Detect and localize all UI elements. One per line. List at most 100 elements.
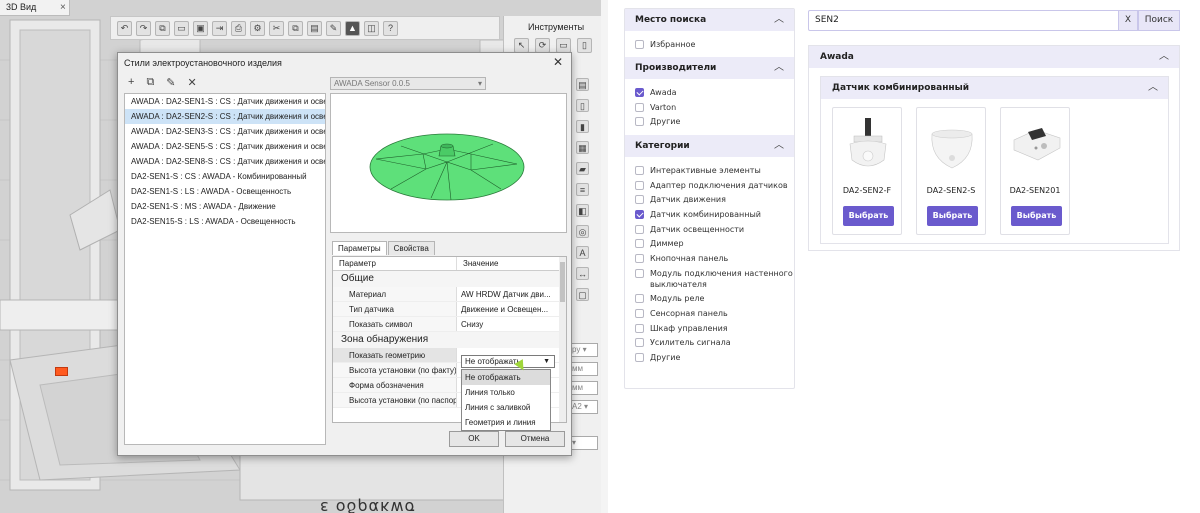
- side-field-1[interactable]: ру ▾: [568, 343, 598, 357]
- close-icon[interactable]: ✕: [553, 55, 563, 69]
- group-general[interactable]: Общие: [333, 271, 566, 287]
- chevron-up-icon[interactable]: ︿: [774, 57, 784, 79]
- product-card[interactable]: DA2-SEN201 Выбрать: [1000, 107, 1070, 235]
- filter-option[interactable]: Кнопочная панель: [635, 253, 794, 264]
- geometry-option[interactable]: Геометрия и линия: [462, 415, 550, 430]
- select-button[interactable]: Выбрать: [927, 206, 978, 226]
- checkbox[interactable]: [635, 323, 644, 333]
- side-field-4[interactable]: A2 ▾: [568, 400, 598, 414]
- style-combo[interactable]: AWADA Sensor 0.0.5 ▾: [330, 77, 486, 90]
- chevron-up-icon[interactable]: ︿: [774, 9, 784, 31]
- filter-option[interactable]: Датчик освещенности: [635, 224, 794, 235]
- list-item[interactable]: DA2-SEN1-S : CS : AWADA - Комбинированны…: [125, 169, 325, 184]
- layers-icon[interactable]: ◫: [364, 20, 379, 36]
- list-item[interactable]: DA2-SEN1-S : MS : AWADA - Движение: [125, 199, 325, 214]
- filter-option[interactable]: Датчик движения: [635, 194, 794, 205]
- filter-option[interactable]: Датчик комбинированный: [635, 209, 794, 220]
- group-detection-zone[interactable]: Зона обнаружения: [333, 332, 566, 348]
- filter-location-header[interactable]: Место поиска ︿: [625, 9, 794, 31]
- sensor-marker[interactable]: [55, 367, 68, 376]
- params-scrollbar[interactable]: [559, 257, 566, 422]
- clear-search-button[interactable]: X: [1118, 10, 1138, 31]
- settings-icon[interactable]: ⚙: [250, 20, 265, 36]
- duplicate-icon[interactable]: ⧉: [146, 76, 154, 89]
- list-item[interactable]: AWADA : DA2-SEN8-S : CS : Датчик движени…: [125, 154, 325, 169]
- styles-list[interactable]: AWADA : DA2-SEN1-S : CS : Датчик движени…: [124, 93, 326, 445]
- checkbox[interactable]: [635, 180, 644, 190]
- undo-icon[interactable]: ↶: [117, 20, 132, 36]
- checkbox[interactable]: [635, 224, 644, 234]
- list-item[interactable]: DA2-SEN15-S : LS : AWADA - Освещенность: [125, 214, 325, 229]
- list-item[interactable]: AWADA : DA2-SEN1-S : CS : Датчик движени…: [125, 94, 325, 109]
- list-item[interactable]: AWADA : DA2-SEN5-S : CS : Датчик движени…: [125, 139, 325, 154]
- brush-icon[interactable]: ✎: [326, 20, 341, 36]
- filter-option[interactable]: Awada: [635, 87, 794, 98]
- list-item[interactable]: DA2-SEN1-S : LS : AWADA - Освещенность: [125, 184, 325, 199]
- side-field-5[interactable]: ▾: [568, 436, 598, 450]
- chevron-up-icon[interactable]: ︿: [1148, 77, 1158, 99]
- tool-column-icon[interactable]: ▮: [576, 120, 589, 133]
- checkbox[interactable]: [635, 195, 644, 205]
- checkbox[interactable]: [635, 239, 644, 249]
- checkbox[interactable]: [635, 117, 644, 127]
- filter-option[interactable]: Шкаф управления: [635, 323, 794, 334]
- checkbox[interactable]: [635, 268, 644, 278]
- ok-button[interactable]: OK: [449, 431, 499, 447]
- checkbox-checked[interactable]: [635, 88, 644, 98]
- search-button[interactable]: Поиск: [1138, 10, 1180, 31]
- tool-wall-icon[interactable]: ▤: [576, 78, 589, 91]
- redo-icon[interactable]: ↷: [136, 20, 151, 36]
- filter-option[interactable]: Другие: [635, 116, 794, 127]
- geometry-select[interactable]: Не отображать ▼: [461, 355, 555, 368]
- filter-option[interactable]: Сенсорная панель: [635, 308, 794, 319]
- duplicate-icon[interactable]: ⧉: [288, 20, 303, 36]
- param-row[interactable]: Показать символ Снизу: [333, 317, 566, 332]
- panel-icon[interactable]: ▯: [577, 38, 592, 53]
- chevron-up-icon[interactable]: ︿: [1159, 46, 1169, 68]
- checkbox[interactable]: [635, 353, 644, 363]
- filter-categories-header[interactable]: Категории ︿: [625, 135, 794, 158]
- side-field-2[interactable]: мм: [568, 362, 598, 376]
- list-item[interactable]: AWADA : DA2-SEN3-S : CS : Датчик движени…: [125, 124, 325, 139]
- copy-icon[interactable]: ⧉: [155, 20, 170, 36]
- checkbox[interactable]: [635, 294, 644, 304]
- tool-window-icon[interactable]: ▦: [576, 141, 589, 154]
- checkbox[interactable]: [635, 39, 644, 49]
- checkbox[interactable]: [635, 253, 644, 263]
- geometry-option[interactable]: Линия с заливкой: [462, 400, 550, 415]
- tool-zone-icon[interactable]: ▢: [576, 288, 589, 301]
- print-icon[interactable]: ⎙: [231, 20, 246, 36]
- paste-icon[interactable]: ▤: [307, 20, 322, 36]
- filter-option[interactable]: Избранное: [635, 39, 794, 50]
- search-input[interactable]: SEN2: [808, 10, 1124, 31]
- tool-text-icon[interactable]: A: [576, 246, 589, 259]
- manufacturer-group-header[interactable]: Awada ︿: [809, 46, 1179, 68]
- category-group-header[interactable]: Датчик комбинированный ︿: [821, 77, 1168, 99]
- rectangle-icon[interactable]: ▭: [556, 38, 571, 53]
- pointer-icon[interactable]: ↖: [514, 38, 529, 53]
- param-row[interactable]: Материал AW HRDW Датчик дви...: [333, 287, 566, 302]
- tab-close-icon[interactable]: ×: [60, 2, 66, 13]
- tool-dimension-icon[interactable]: ↔: [576, 267, 589, 280]
- cancel-button[interactable]: Отмена: [505, 431, 565, 447]
- filter-option[interactable]: Усилитель сигнала: [635, 337, 794, 348]
- filter-option[interactable]: Диммер: [635, 238, 794, 249]
- add-icon[interactable]: +: [128, 76, 134, 89]
- tool-object-icon[interactable]: ◧: [576, 204, 589, 217]
- checkbox-checked[interactable]: [635, 209, 644, 219]
- save-icon[interactable]: ▣: [193, 20, 208, 36]
- checkbox[interactable]: [635, 338, 644, 348]
- checkbox[interactable]: [635, 309, 644, 318]
- export-icon[interactable]: ⇥: [212, 20, 227, 36]
- tool-door-icon[interactable]: ▯: [576, 99, 589, 112]
- filter-option[interactable]: Другие: [635, 352, 794, 363]
- delete-icon[interactable]: ✕: [188, 76, 197, 89]
- select-button[interactable]: Выбрать: [1011, 206, 1062, 226]
- checkbox[interactable]: [635, 102, 644, 112]
- product-card[interactable]: DA2-SEN2-S Выбрать: [916, 107, 986, 235]
- tab-parameters[interactable]: Параметры: [332, 241, 387, 255]
- render-icon[interactable]: ▲: [345, 20, 360, 36]
- select-button[interactable]: Выбрать: [843, 206, 894, 226]
- folder-icon[interactable]: ▭: [174, 20, 189, 36]
- tool-stairs-icon[interactable]: ≡: [576, 183, 589, 196]
